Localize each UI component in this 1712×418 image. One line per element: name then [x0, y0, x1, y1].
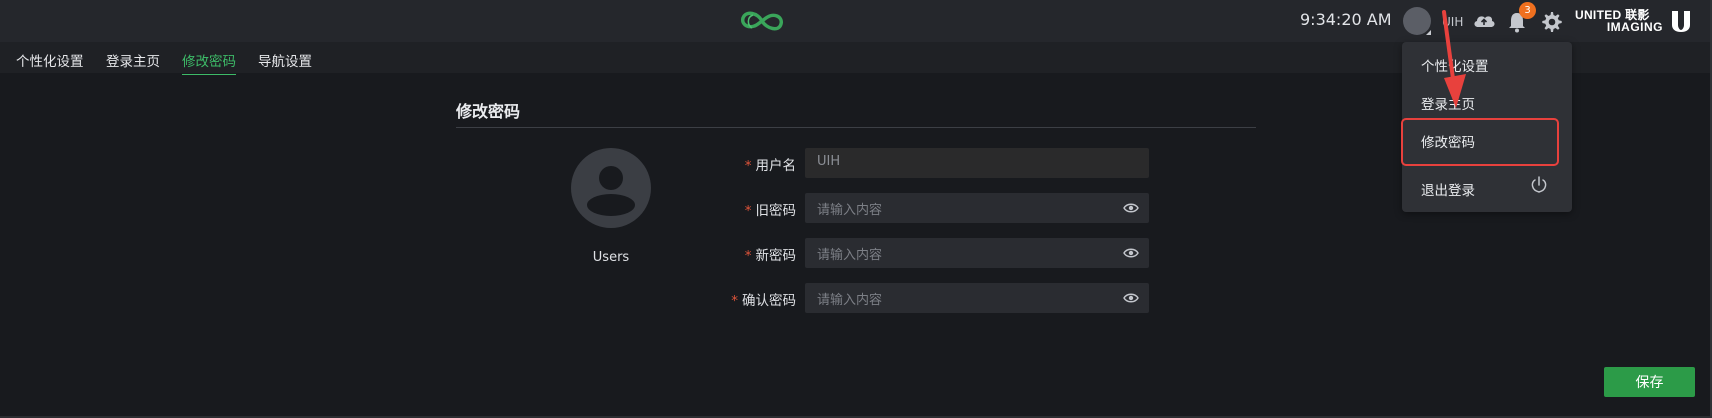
page-title: 修改密码	[456, 102, 521, 121]
tab-change-password[interactable]: 修改密码	[182, 50, 236, 75]
username-label: * 用户名	[744, 158, 796, 174]
new-password-placeholder: 请输入内容	[817, 248, 883, 263]
tab-login-home[interactable]: 登录主页	[106, 50, 160, 70]
highlight-annotation-box	[1401, 118, 1559, 166]
old-password-row: * 旧密码 请输入内容	[680, 193, 1150, 223]
notification-badge: 3	[1519, 2, 1536, 19]
save-button[interactable]: 保存	[1604, 367, 1695, 397]
user-avatar-icon	[571, 148, 651, 228]
brand-line-2: IMAGING	[1606, 20, 1663, 34]
new-password-input[interactable]: 请输入内容	[805, 238, 1149, 268]
brand-wordmark: UNITED 联影 IMAGING	[1575, 9, 1663, 33]
menu-item-logout[interactable]: 退出登录	[1421, 179, 1475, 199]
avatar-label: Users	[592, 250, 630, 265]
title-divider	[456, 127, 1256, 128]
username-value: UIH	[817, 154, 841, 169]
annotation-arrow-icon	[1442, 10, 1466, 108]
loop-logo-icon	[741, 11, 783, 31]
new-password-row: * 新密码 请输入内容	[680, 238, 1150, 268]
eye-icon[interactable]	[1123, 201, 1139, 215]
confirm-password-row: * 确认密码 请输入内容	[680, 283, 1150, 313]
eye-icon[interactable]	[1123, 291, 1139, 305]
confirm-password-label: * 确认密码	[731, 293, 796, 309]
eye-icon[interactable]	[1123, 246, 1139, 260]
brand-mark-icon	[1672, 11, 1690, 32]
tab-navigation-settings[interactable]: 导航设置	[258, 50, 312, 70]
confirm-password-input[interactable]: 请输入内容	[805, 283, 1149, 313]
old-password-placeholder: 请输入内容	[817, 203, 883, 218]
username-field: UIH	[805, 148, 1149, 178]
power-icon[interactable]	[1529, 175, 1549, 195]
username-row: * 用户名 UIH	[680, 148, 1150, 178]
gear-icon[interactable]	[1539, 10, 1563, 34]
confirm-password-placeholder: 请输入内容	[817, 293, 883, 308]
old-password-label: * 旧密码	[744, 203, 796, 219]
new-password-label: * 新密码	[744, 248, 796, 264]
clock: 9:34:20 AM	[1300, 10, 1392, 29]
old-password-input[interactable]: 请输入内容	[805, 193, 1149, 223]
cloud-upload-icon[interactable]	[1472, 10, 1496, 32]
tab-personalization[interactable]: 个性化设置	[16, 50, 84, 70]
